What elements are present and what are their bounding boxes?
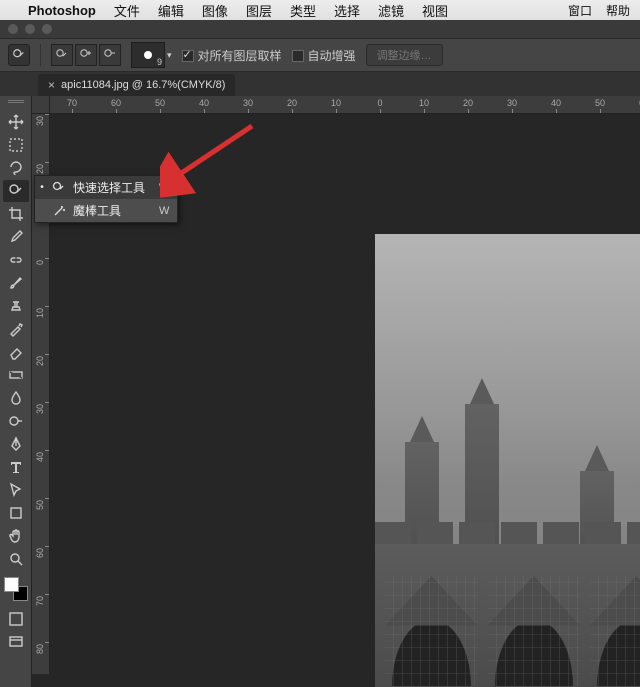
ruler-tick: 40: [182, 96, 226, 114]
document-image: [375, 234, 640, 687]
flyout-active-dot-icon: •: [39, 182, 45, 193]
foreground-color-swatch[interactable]: [4, 577, 19, 592]
healing-brush-tool[interactable]: [3, 249, 29, 271]
flyout-item-label: 快速选择工具: [73, 179, 145, 196]
current-tool-icon[interactable]: [8, 44, 30, 66]
separator: [40, 44, 41, 66]
refine-edge-button[interactable]: 调整边缘…: [366, 44, 443, 66]
blur-tool[interactable]: [3, 387, 29, 409]
ruler-origin[interactable]: [32, 96, 50, 114]
flyout-item-shortcut: W: [159, 205, 169, 217]
window-titlebar: [0, 20, 640, 38]
ruler-tick: 60: [622, 96, 640, 114]
sample-all-layers-checkbox[interactable]: 对所有图层取样: [182, 47, 282, 64]
menubar-layer[interactable]: 图层: [246, 1, 272, 20]
auto-enhance-label: 自动增强: [308, 49, 356, 63]
menubar-window[interactable]: 窗口: [568, 2, 592, 19]
screen-mode-button[interactable]: [3, 631, 29, 653]
mode-subtract-selection-button[interactable]: [99, 44, 121, 66]
quick-selection-icon: [51, 180, 67, 196]
path-selection-tool[interactable]: [3, 479, 29, 501]
mac-menubar: Photoshop 文件 编辑 图像 图层 类型 选择 滤镜 视图 窗口 帮助: [0, 0, 640, 20]
pen-tool[interactable]: [3, 433, 29, 455]
auto-enhance-checkbox[interactable]: 自动增强: [292, 47, 356, 64]
tab-close-icon[interactable]: ×: [48, 78, 55, 92]
flyout-item-shortcut: W: [159, 182, 169, 194]
type-tool[interactable]: [3, 456, 29, 478]
ruler-tick: 20: [446, 96, 490, 114]
window-zoom-button[interactable]: [42, 24, 52, 34]
document-tab-title: apic11084.jpg @ 16.7%(CMYK/8): [61, 79, 225, 91]
flyout-magic-wand-tool[interactable]: 魔棒工具 W: [35, 199, 177, 222]
menubar-app-name[interactable]: Photoshop: [28, 3, 96, 18]
crop-tool[interactable]: [3, 203, 29, 225]
window-minimize-button[interactable]: [25, 24, 35, 34]
ruler-tick: 80: [32, 642, 50, 674]
document-tab-bar: × apic11084.jpg @ 16.7%(CMYK/8): [0, 72, 640, 96]
window-close-button[interactable]: [8, 24, 18, 34]
horizontal-ruler[interactable]: 706050403020100102030405060: [50, 96, 640, 114]
lasso-tool[interactable]: [3, 157, 29, 179]
ruler-tick: 20: [32, 354, 50, 402]
options-bar: 9 ▾ 对所有图层取样 自动增强 调整边缘…: [0, 38, 640, 72]
ruler-tick: 10: [314, 96, 358, 114]
eyedropper-tool[interactable]: [3, 226, 29, 248]
menubar-edit[interactable]: 编辑: [158, 1, 184, 20]
ruler-tick: 10: [32, 306, 50, 354]
ruler-tick: 40: [534, 96, 578, 114]
history-brush-tool[interactable]: [3, 318, 29, 340]
ruler-tick: 50: [138, 96, 182, 114]
dodge-tool[interactable]: [3, 410, 29, 432]
ruler-tick: 30: [490, 96, 534, 114]
ruler-tick: 70: [50, 96, 94, 114]
ruler-tick: 30: [32, 114, 50, 162]
shape-tool[interactable]: [3, 502, 29, 524]
chevron-down-icon[interactable]: ▾: [167, 50, 172, 61]
menubar-select[interactable]: 选择: [334, 1, 360, 20]
menubar-file[interactable]: 文件: [114, 1, 140, 20]
marquee-tool[interactable]: [3, 134, 29, 156]
magic-wand-icon: [51, 203, 67, 219]
color-swatches[interactable]: [4, 577, 28, 601]
ruler-tick: 30: [226, 96, 270, 114]
tools-panel: [0, 96, 32, 687]
move-tool[interactable]: [3, 111, 29, 133]
ruler-tick: 60: [32, 546, 50, 594]
ruler-tick: 60: [94, 96, 138, 114]
flyout-item-label: 魔棒工具: [73, 202, 145, 219]
zoom-tool[interactable]: [3, 548, 29, 570]
menubar-view[interactable]: 视图: [422, 1, 448, 20]
mode-new-selection-button[interactable]: [51, 44, 73, 66]
ruler-tick: 10: [402, 96, 446, 114]
panel-grip[interactable]: [6, 100, 26, 106]
flyout-quick-selection-tool[interactable]: • 快速选择工具 W: [35, 176, 177, 199]
document-tab[interactable]: × apic11084.jpg @ 16.7%(CMYK/8): [38, 74, 235, 96]
eraser-tool[interactable]: [3, 341, 29, 363]
gradient-tool[interactable]: [3, 364, 29, 386]
ruler-tick: 0: [358, 96, 402, 114]
ruler-tick: 50: [578, 96, 622, 114]
hand-tool[interactable]: [3, 525, 29, 547]
sample-all-layers-label: 对所有图层取样: [198, 49, 282, 63]
menubar-help[interactable]: 帮助: [606, 2, 630, 19]
brush-preset-picker[interactable]: 9: [131, 42, 165, 68]
ruler-tick: 0: [32, 258, 50, 306]
quick-mask-toggle[interactable]: [3, 608, 29, 630]
ruler-tick: 70: [32, 594, 50, 642]
selection-mode-group: [51, 44, 121, 66]
brush-tool[interactable]: [3, 272, 29, 294]
brush-size-value: 9: [157, 57, 162, 67]
ruler-tick: 50: [32, 498, 50, 546]
ruler-tick: 20: [270, 96, 314, 114]
ruler-tick: 30: [32, 402, 50, 450]
mode-add-selection-button[interactable]: [75, 44, 97, 66]
tool-flyout-menu: • 快速选择工具 W 魔棒工具 W: [34, 175, 178, 223]
menubar-filter[interactable]: 滤镜: [378, 1, 404, 20]
menubar-image[interactable]: 图像: [202, 1, 228, 20]
quick-selection-tool[interactable]: [3, 180, 29, 202]
menubar-type[interactable]: 类型: [290, 1, 316, 20]
ruler-tick: 40: [32, 450, 50, 498]
clone-stamp-tool[interactable]: [3, 295, 29, 317]
